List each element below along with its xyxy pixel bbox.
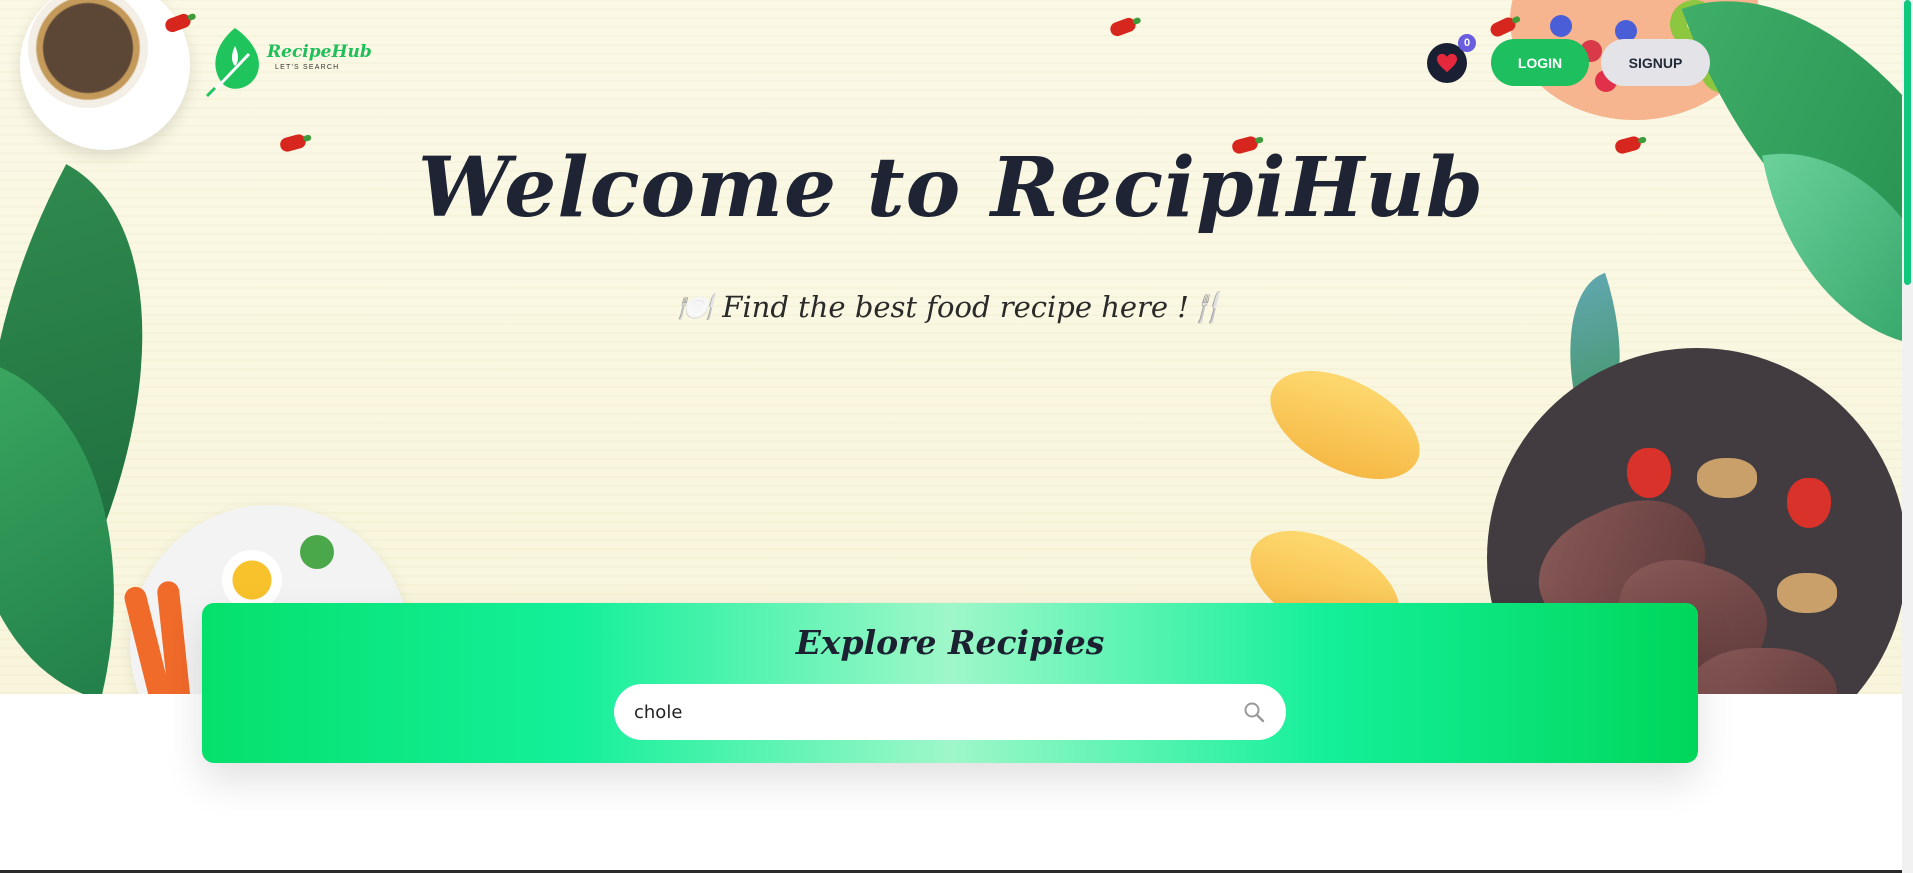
signup-button[interactable]: SIGNUP: [1601, 39, 1710, 86]
brand-tagline: LET'S SEARCH: [275, 64, 340, 71]
search-icon[interactable]: [1242, 700, 1266, 724]
leaf-fork-icon: [205, 28, 259, 98]
hero-banner: [0, 0, 1902, 694]
chili-illustration: [1108, 15, 1138, 39]
hero-title: Welcome to RecipiHub: [417, 140, 1485, 236]
login-button[interactable]: LOGIN: [1491, 39, 1589, 86]
search-bar: [614, 684, 1286, 740]
bread-illustration: [1253, 342, 1437, 508]
favorites-count-badge: 0: [1458, 34, 1476, 52]
heart-icon: [1437, 53, 1457, 73]
search-input[interactable]: [634, 684, 1242, 740]
page-scrollbar[interactable]: [1902, 0, 1913, 873]
hero-subtitle: 🍽️ Find the best food recipe here !🍴: [676, 290, 1226, 324]
brand-name: RecipeHub: [267, 42, 372, 62]
brand-logo[interactable]: RecipeHub LET'S SEARCH: [205, 20, 372, 100]
explore-title: Explore Recipies: [795, 623, 1105, 662]
scrollbar-thumb[interactable]: [1904, 0, 1911, 285]
explore-panel: Explore Recipies: [202, 603, 1698, 763]
